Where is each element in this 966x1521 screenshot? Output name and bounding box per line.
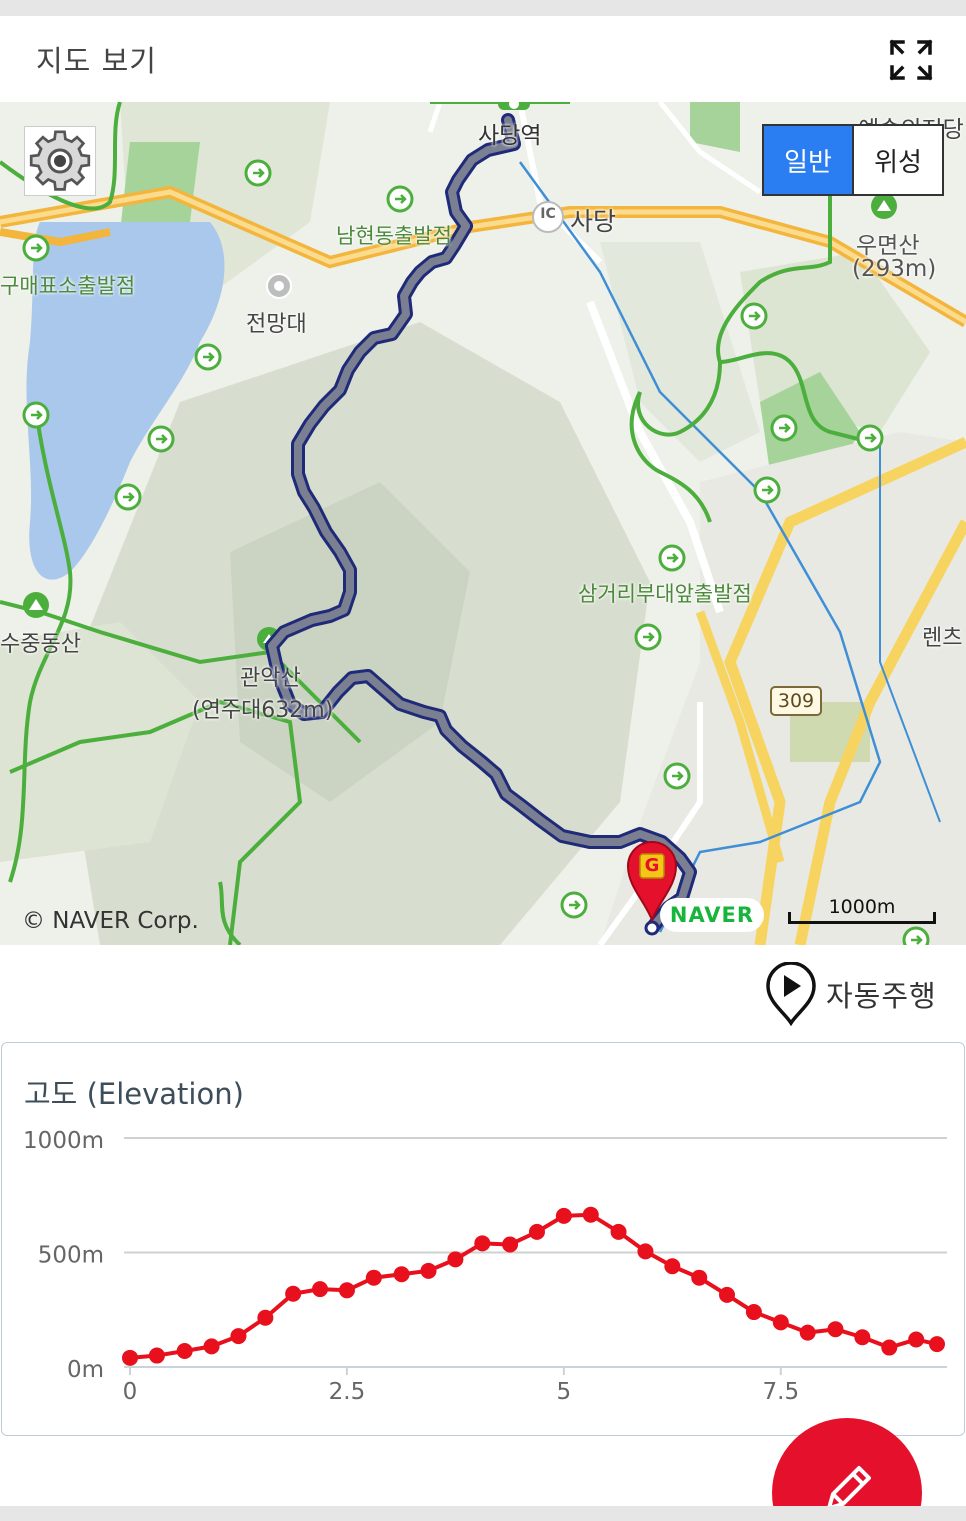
elevation-point: [827, 1321, 844, 1338]
elevation-point: [719, 1286, 736, 1303]
map-view-header: 지도 보기: [0, 16, 966, 102]
elevation-point: [637, 1243, 654, 1260]
label-sujung: 수중동산: [0, 632, 81, 657]
elevation-point: [881, 1339, 898, 1356]
page-title: 지도 보기: [36, 44, 157, 78]
elevation-point: [203, 1338, 220, 1355]
y-tick-label: 1000m: [23, 1128, 104, 1154]
elevation-point: [908, 1331, 925, 1348]
elevation-point: [664, 1258, 681, 1275]
label-gwanaksan: 관악산: [240, 666, 301, 691]
elevation-point: [285, 1285, 302, 1302]
y-tick-label: 0m: [67, 1357, 104, 1383]
elevation-point: [854, 1329, 871, 1346]
elevation-card: 고도 (Elevation) 0m 500m 1000m 0 2.5 5 7.5: [1, 1042, 965, 1436]
elevation-point: [312, 1281, 329, 1298]
play-pin-icon: [766, 962, 816, 1026]
y-tick-label: 500m: [38, 1243, 104, 1269]
label-jeonmangdae: 전망대: [246, 312, 307, 337]
elevation-point: [393, 1266, 410, 1283]
map-type-toggle: 일반 위성: [762, 124, 944, 196]
label-maepyo: 구매표소출발점: [0, 274, 136, 298]
elevation-point: [610, 1223, 627, 1240]
elevation-point: [502, 1236, 519, 1253]
goal-marker-label: G: [644, 855, 660, 876]
elevation-point: [365, 1269, 382, 1286]
label-namhyeon: 남현동출발점: [336, 224, 452, 248]
elevation-point: [122, 1349, 138, 1366]
label-samgeori: 삼거리부대앞출발점: [578, 582, 752, 606]
ic-badge: IC: [540, 206, 556, 222]
elevation-point: [474, 1235, 491, 1252]
elevation-point: [929, 1336, 945, 1353]
label-sadang-ic: 사당: [570, 207, 617, 236]
elevation-point: [745, 1304, 762, 1321]
autoplay-label: 자동주행: [826, 979, 937, 1013]
elevation-point: [257, 1309, 274, 1326]
x-tick-label: 2.5: [329, 1379, 366, 1405]
map-canvas: [0, 102, 966, 945]
elevation-point: [528, 1223, 545, 1240]
elevation-point: [447, 1251, 464, 1268]
x-tick-label: 5: [557, 1379, 572, 1405]
elevation-chart: 0m 500m 1000m 0 2.5 5 7.5: [23, 1128, 947, 1405]
label-sadang-station: 사당역: [478, 123, 542, 149]
x-tick-label: 7.5: [763, 1379, 800, 1405]
elevation-point: [338, 1282, 355, 1299]
map-type-satellite-button[interactable]: 위성: [852, 126, 942, 194]
elevation-point: [176, 1342, 193, 1359]
route-map[interactable]: G 사당역 IC 사당 남현동출발점 우면산 (293m) 예술의전당 전망대 …: [0, 102, 966, 945]
gear-icon: [29, 130, 91, 191]
label-yeonjudae: (연주대632m): [192, 698, 334, 723]
elevation-point: [148, 1347, 165, 1364]
elevation-point: [772, 1314, 789, 1331]
map-type-normal-button[interactable]: 일반: [764, 126, 852, 194]
elevation-point: [555, 1207, 572, 1224]
map-settings-button[interactable]: [24, 126, 96, 196]
bottom-strip: [0, 1506, 966, 1521]
label-umyeonsan: 우면산: [856, 233, 920, 259]
elevation-point: [691, 1269, 708, 1286]
naver-logo: NAVER: [660, 898, 764, 932]
map-copyright: © NAVER Corp.: [22, 908, 199, 934]
autoplay-button[interactable]: 자동주행: [764, 962, 937, 1026]
elevation-point: [230, 1328, 247, 1345]
scale-label: 1000m: [828, 896, 896, 918]
road-309-shield: 309: [770, 686, 822, 716]
label-renz: 렌츠: [922, 626, 963, 651]
elevation-point: [420, 1262, 437, 1279]
expand-arrows-icon[interactable]: [888, 38, 934, 82]
label-umyeonsan-height: (293m): [852, 256, 937, 282]
x-tick-label: 0: [123, 1379, 138, 1405]
map-scale: 1000m: [786, 894, 938, 930]
elevation-point: [799, 1324, 816, 1341]
elevation-point: [582, 1206, 599, 1223]
top-strip: [0, 0, 966, 16]
